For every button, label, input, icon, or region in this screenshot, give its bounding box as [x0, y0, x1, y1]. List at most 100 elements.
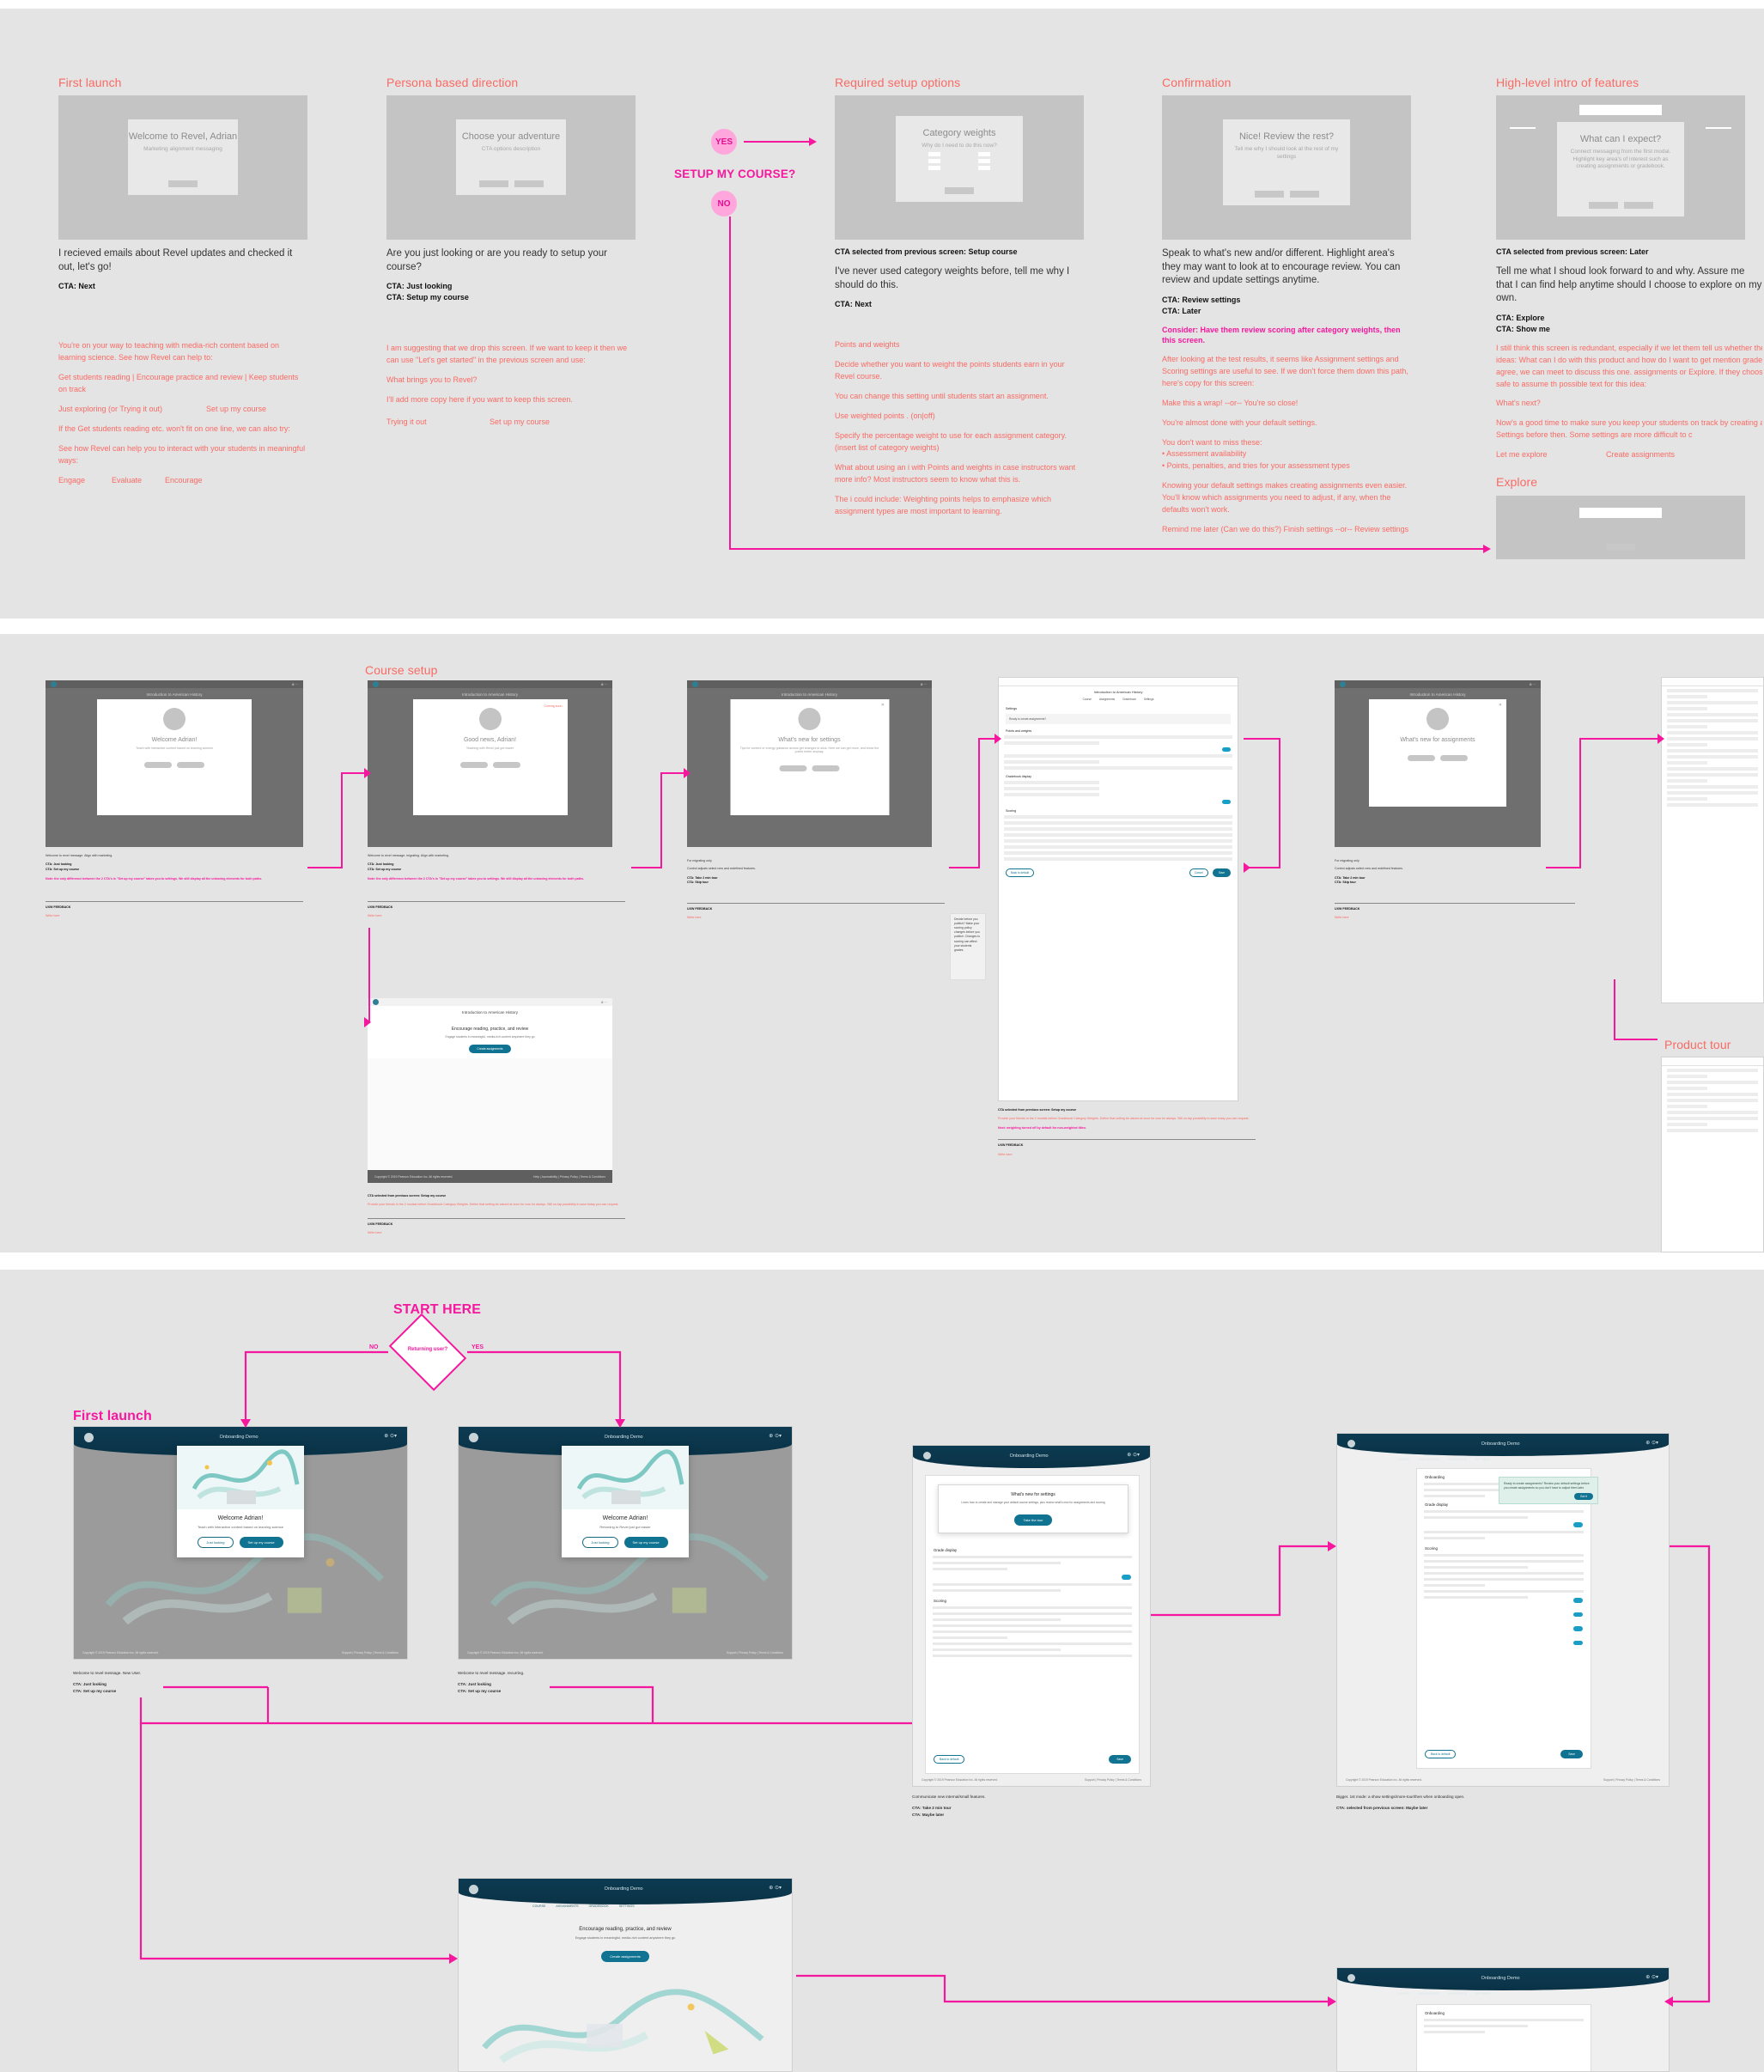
modal-secondary-button[interactable] [1254, 191, 1284, 198]
decision-question: SETUP MY COURSE? [674, 168, 796, 180]
tab-assignments[interactable]: ASSIGNMENTS [1419, 1458, 1440, 1461]
feedback-value[interactable]: Write here [46, 914, 303, 918]
scoring-toggle[interactable] [1573, 1598, 1583, 1603]
tab-settings[interactable]: SETTINGS [1475, 1458, 1490, 1461]
tab-course[interactable]: COURSE [532, 1904, 545, 1908]
course-footer-links[interactable]: Help | Accessibility | Privacy Policy | … [533, 1175, 605, 1179]
tab-course[interactable]: Course [1083, 698, 1092, 701]
wireframe-column-confirmation: Confirmation Nice! Review the rest? Tell… [1162, 76, 1411, 536]
browser-mock-whats-new-settings: ⚙ ··· Introduction to American History ✕… [687, 680, 932, 847]
scoring-toggle[interactable] [1573, 1612, 1583, 1617]
feedback-value[interactable]: Write here [1335, 916, 1575, 920]
footer-links[interactable]: Support | Privacy Policy | Terms & Condi… [342, 1651, 398, 1655]
dialog-primary-button[interactable] [812, 765, 840, 771]
just-looking-button[interactable]: Just looking [198, 1537, 234, 1548]
wireframe-column-persona-direction: Persona based direction Choose your adve… [386, 76, 636, 429]
just-looking-button[interactable]: Just looking [582, 1537, 618, 1548]
tab-gradebook[interactable]: GRADEBOOK [1448, 1458, 1467, 1461]
note: Note: the only difference between the 2 … [46, 877, 263, 881]
wireframe-top-input[interactable] [1579, 508, 1662, 519]
tab-course[interactable]: COURSE [1397, 1992, 1410, 1996]
header-actions[interactable]: ⊕ ⊙▾ [1645, 1440, 1658, 1446]
dialog-primary-button[interactable] [1440, 755, 1468, 761]
modal-primary-button[interactable] [1606, 544, 1635, 552]
weighted-points-toggle[interactable] [1222, 747, 1231, 752]
dialog-secondary-button[interactable] [1408, 755, 1435, 761]
tab-settings[interactable]: Settings [1144, 698, 1154, 701]
header-actions[interactable]: ⊕ ⊙▾ [1645, 1974, 1658, 1980]
create-assignments-button[interactable]: Create assignments [601, 1951, 649, 1962]
pearson-logo-icon [923, 1452, 931, 1460]
back-to-default-button[interactable]: Back to default [1006, 868, 1035, 877]
explore-label: Explore [1496, 475, 1538, 490]
dialog-primary-button[interactable] [177, 762, 204, 768]
gradebook-toggle[interactable] [1222, 800, 1231, 804]
take-the-tour-button[interactable]: Take the tour [1014, 1514, 1052, 1526]
back-to-default-button[interactable]: Back to default [934, 1755, 965, 1764]
close-icon[interactable]: ✕ [1499, 703, 1502, 708]
set-up-my-course-button[interactable]: Set up my course [623, 1537, 668, 1548]
column-label: High-level intro of features [1496, 76, 1639, 89]
pearson-logo-icon [373, 681, 379, 687]
app-tabs[interactable]: COURSE ASSIGNMENTS GRADEBOOK SETTINGS [532, 1904, 635, 1908]
header-actions[interactable]: ⊕ ⊙▾ [769, 1433, 782, 1439]
header-actions[interactable]: ⊕ ⊙▾ [384, 1433, 397, 1439]
cancel-button[interactable]: Cancel [1189, 868, 1208, 877]
dialog-primary-button[interactable] [492, 762, 520, 768]
save-button[interactable]: Save [1212, 868, 1231, 877]
tab-settings[interactable]: SETTINGS [619, 1904, 635, 1908]
footer-links[interactable]: Support | Privacy Policy | Terms & Condi… [1603, 1778, 1660, 1782]
tab-gradebook[interactable]: Gradebook [1122, 698, 1136, 701]
header-actions[interactable]: ⊕ ⊙▾ [1127, 1452, 1140, 1458]
feedback-value[interactable]: Write here [368, 1231, 625, 1235]
tab-gradebook[interactable]: GRADEBOOK [589, 1904, 609, 1908]
app-tabs[interactable]: COURSE ASSIGNMENTS GRADEBOOK SETTINGS [1397, 1992, 1490, 1996]
wireframe-top-input[interactable] [1579, 105, 1662, 115]
save-button[interactable]: Save [1560, 1750, 1583, 1758]
settings-panel-tabs[interactable]: Course Assignments Gradebook Settings [999, 698, 1238, 701]
app-header: Onboarding Demo ⊕ ⊙▾ [459, 1879, 792, 1904]
browser-mock-welcome: ⚙ ··· Introduction to American History W… [46, 680, 303, 847]
modal-secondary-button[interactable] [478, 180, 508, 187]
modal-primary-button[interactable] [168, 180, 198, 187]
cta-list: CTA: Just looking CTA: Setup my course [386, 282, 469, 302]
modal-primary-button[interactable] [1289, 191, 1319, 198]
app-tabs[interactable]: COURSE ASSIGNMENTS GRADEBOOK SETTINGS [1397, 1458, 1490, 1461]
modal-actions: Just looking Set up my course [570, 1537, 680, 1548]
screenshot-settings-onboarding: Onboarding Demo ⊕ ⊙▾ COURSE ASSIGNMENTS … [1336, 1433, 1670, 1787]
modal-primary-button[interactable] [945, 187, 974, 194]
avatar [163, 708, 186, 730]
modal-button-row [1223, 191, 1350, 198]
tab-settings[interactable]: SETTINGS [1475, 1992, 1490, 1996]
modal-secondary-button[interactable] [1588, 202, 1618, 209]
dialog-secondary-button[interactable] [459, 762, 488, 768]
scoring-toggle[interactable] [1573, 1626, 1583, 1631]
feedback-value[interactable]: Write here [687, 916, 945, 920]
feedback-value[interactable]: Write here [368, 914, 625, 918]
close-icon[interactable]: ✕ [881, 703, 885, 708]
footer-links[interactable]: Support | Privacy Policy | Terms & Condi… [727, 1651, 783, 1655]
tab-assignments[interactable]: ASSIGNMENTS [556, 1904, 578, 1908]
dialog-secondary-button[interactable] [779, 765, 807, 771]
tab-gradebook[interactable]: GRADEBOOK [1448, 1992, 1467, 1996]
modal-primary-button[interactable] [1623, 202, 1653, 209]
feedback-value[interactable]: Write here [998, 1153, 1256, 1157]
grade-display-toggle[interactable] [1573, 1522, 1583, 1527]
grade-display-toggle[interactable] [1122, 1575, 1131, 1580]
tab-course[interactable]: COURSE [1397, 1458, 1410, 1461]
tab-assignments[interactable]: ASSIGNMENTS [1419, 1992, 1440, 1996]
dialog-secondary-button[interactable] [144, 762, 172, 768]
back-to-default-button[interactable]: Back to default [1425, 1750, 1457, 1758]
dialog-button-row [144, 762, 204, 768]
modal-primary-button[interactable] [514, 180, 544, 187]
pearson-logo-icon [51, 681, 57, 687]
footer-links[interactable]: Support | Privacy Policy | Terms & Condi… [1085, 1778, 1141, 1782]
set-up-my-course-button[interactable]: Set up my course [239, 1537, 283, 1548]
save-button[interactable]: Save [1109, 1755, 1131, 1764]
scoring-toggle[interactable] [1573, 1640, 1583, 1645]
dialog-title: What's new for settings [778, 737, 841, 743]
got-it-button[interactable]: Got it [1573, 1493, 1593, 1501]
tab-assignments[interactable]: Assignments [1099, 698, 1115, 701]
header-actions[interactable]: ⊕ ⊙▾ [769, 1885, 782, 1891]
create-assignments-button[interactable]: Create assignments [469, 1045, 511, 1053]
